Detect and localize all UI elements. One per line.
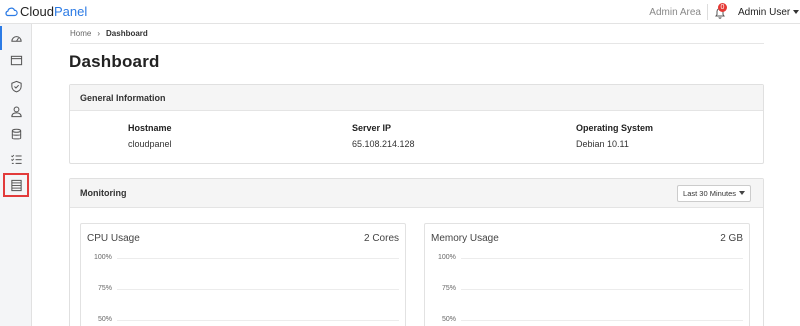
monitoring-header: Monitoring Last 30 Minutes	[70, 179, 763, 208]
header-divider	[707, 4, 708, 20]
operating-system-value: Debian 10.11	[576, 139, 629, 149]
cloud-icon	[5, 7, 18, 17]
memory-ytick-100: 100%	[438, 254, 456, 261]
database-icon	[11, 128, 21, 139]
memory-ytick-50: 50%	[442, 316, 457, 323]
sidebar-item-dashboard[interactable]	[0, 26, 32, 50]
sidebar-item-databases[interactable]	[0, 122, 32, 146]
server-ip-label: Server IP	[352, 123, 392, 133]
server-ip-value: 65.108.214.128	[352, 139, 415, 149]
general-information-header: General Information	[70, 85, 763, 111]
cpu-usage-title: CPU Usage	[87, 233, 140, 244]
memory-usage-title: Memory Usage	[431, 233, 499, 244]
server-ip-field: Server IP 65.108.214.128	[352, 123, 415, 149]
app-logo[interactable]: CloudPanel	[4, 5, 87, 19]
cpu-usage-panel: CPU Usage 2 Cores 100% 75% 50%	[80, 223, 406, 326]
hostname-label: Hostname	[128, 123, 172, 133]
memory-total: 2 GB	[720, 233, 743, 244]
breadcrumb-divider	[70, 43, 764, 44]
dashboard-gauge-icon	[10, 35, 22, 42]
chevron-right-icon: ›	[97, 29, 101, 38]
shield-check-icon	[10, 80, 22, 92]
app-name: CloudPanel	[20, 4, 88, 19]
memory-gridline-75	[461, 289, 743, 290]
memory-gridline-100	[461, 258, 743, 259]
sidebar-item-servers[interactable]	[3, 173, 29, 197]
breadcrumb-current: Dashboard	[106, 29, 148, 38]
user-menu-dropdown[interactable]: Admin User	[738, 7, 800, 18]
sidebar-item-security[interactable]	[0, 74, 32, 98]
operating-system-label: Operating System	[576, 123, 654, 133]
cpu-gridline-100	[117, 258, 399, 259]
server-list-icon	[10, 179, 22, 191]
monitoring-title: Monitoring	[80, 188, 127, 198]
cpu-gridline-50	[117, 320, 399, 321]
notification-badge: 0	[718, 3, 727, 12]
hostname-value: cloudpanel	[128, 139, 172, 149]
task-list-icon	[10, 154, 22, 164]
user-menu-label: Admin User	[738, 7, 791, 18]
general-information-card: General Information Hostname cloudpanel …	[69, 84, 764, 164]
breadcrumb-home[interactable]: Home	[70, 29, 91, 38]
time-range-select[interactable]: Last 30 Minutes	[677, 185, 751, 202]
cpu-gridline-75	[117, 289, 399, 290]
chevron-down-icon	[739, 191, 745, 195]
chevron-down-icon	[793, 10, 800, 14]
browser-window-icon	[10, 55, 22, 65]
memory-gridline-50	[461, 320, 743, 321]
page-title: Dashboard	[69, 52, 160, 71]
time-range-label: Last 30 Minutes	[683, 189, 736, 198]
top-bar: CloudPanel Admin Area 0 Admin User	[0, 0, 800, 24]
cpu-cores-count: 2 Cores	[363, 233, 399, 244]
operating-system-field: Operating System Debian 10.11	[576, 123, 653, 149]
sidebar-item-users[interactable]	[0, 99, 32, 123]
user-icon	[10, 106, 22, 117]
breadcrumb: Home › Dashboard	[70, 29, 148, 38]
cpu-ytick-50: 50%	[98, 316, 113, 323]
hostname-field: Hostname cloudpanel	[128, 123, 172, 149]
memory-ytick-75: 75%	[442, 285, 457, 292]
sidebar-item-tasks[interactable]	[0, 147, 32, 171]
memory-usage-panel: Memory Usage 2 GB 100% 75% 50%	[424, 223, 750, 326]
cpu-ytick-75: 75%	[98, 285, 113, 292]
sidebar	[0, 24, 32, 326]
admin-area-link[interactable]: Admin Area	[649, 7, 701, 18]
cpu-ytick-100: 100%	[94, 254, 112, 261]
sidebar-item-sites[interactable]	[0, 48, 32, 72]
